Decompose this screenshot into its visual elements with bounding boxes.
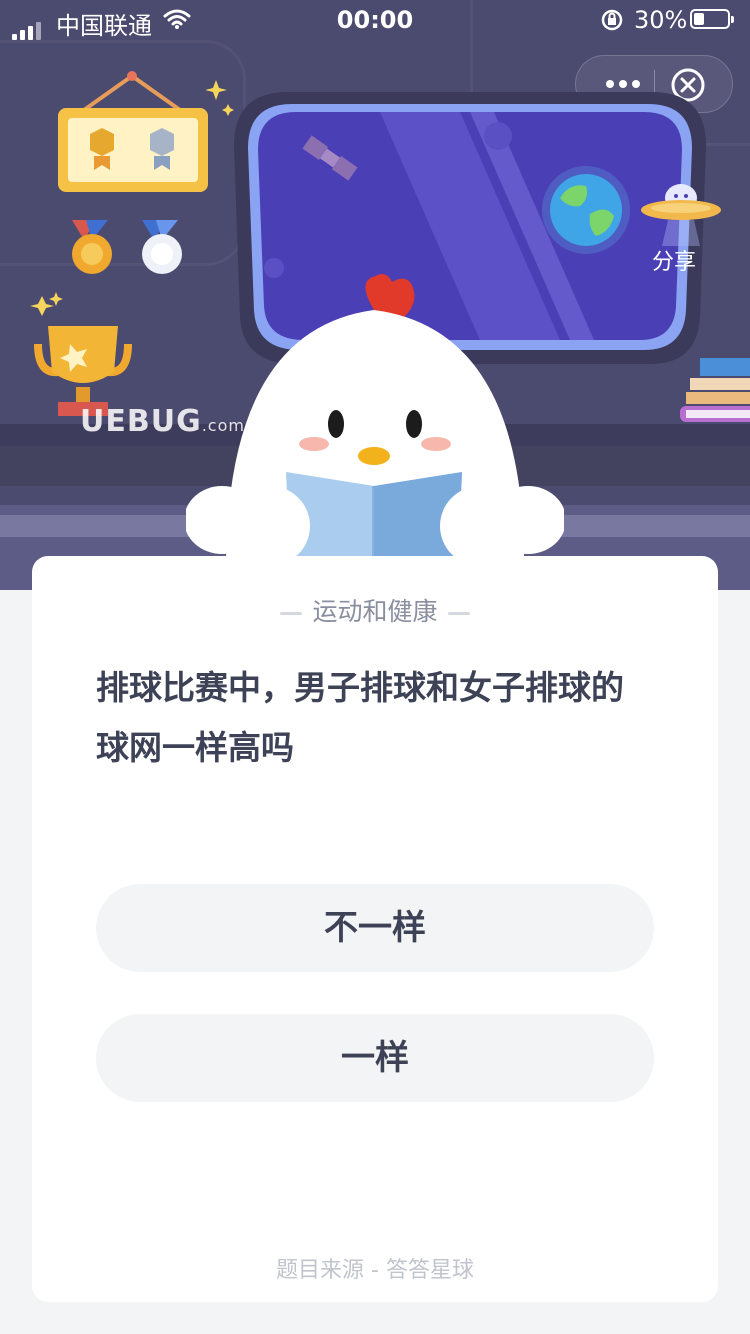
medal-frame-icon [58,71,208,192]
battery-percent: 30% [634,6,688,34]
share-label[interactable]: 分享 [652,244,696,276]
books-icon [680,358,750,422]
watermark-text: UEBUG [80,404,202,439]
planet-icon [542,166,630,254]
category-dash-left [280,611,303,615]
answer-option-1[interactable]: 不一样 [96,884,654,972]
chick-mascot [186,274,564,570]
category-dash-right [447,611,470,615]
battery-icon [690,9,734,29]
status-bar: 中国联通 00:00 30% [0,0,750,40]
rotation-lock-icon [601,9,623,31]
header-illustration: 中国联通 00:00 30% 分享 UEBUG.com [0,0,750,590]
answer-option-2[interactable]: 一样 [96,1014,654,1102]
category-label: 运动和健康 [32,592,718,628]
medals-icon [72,220,182,274]
question-source: 题目来源 - 答答星球 [276,1258,474,1283]
category-text: 运动和健康 [312,597,438,626]
ufo-share-icon[interactable] [638,176,724,246]
question-text: 排球比赛中，男子排球和女子排球的球网一样高吗 [96,668,624,767]
question-card: 运动和健康 排球比赛中，男子排球和女子排球的球网一样高吗 不一样 一样 题目来源… [32,556,718,1302]
